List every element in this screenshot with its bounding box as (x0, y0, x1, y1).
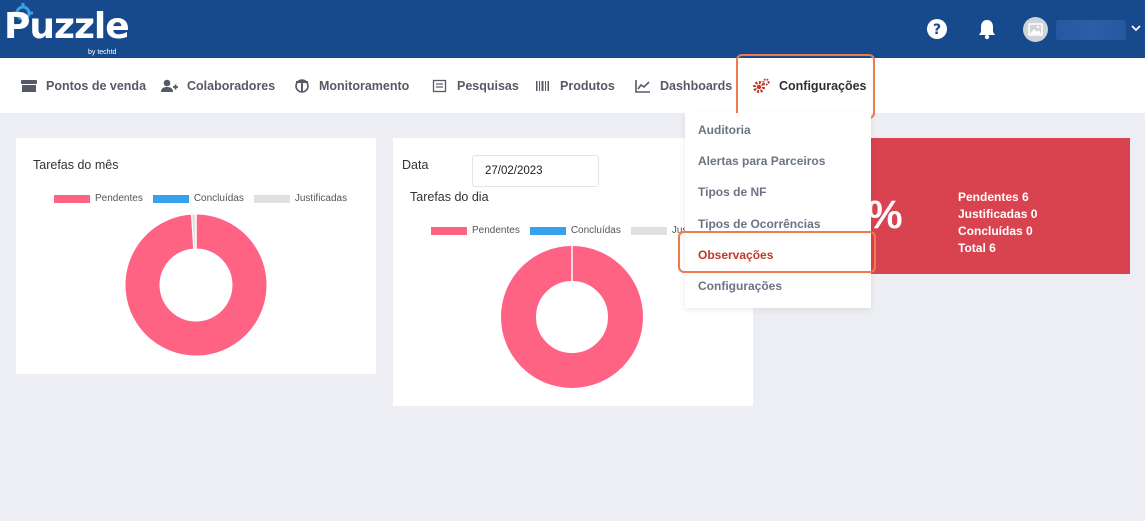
menu-item-alertas-parceiros[interactable]: Alertas para Parceiros (698, 154, 825, 168)
legend-label: Concluídas (193, 193, 244, 204)
nav-item-dashboards[interactable]: Dashboards (635, 58, 732, 113)
survey-icon (432, 79, 447, 92)
nav-item-produtos[interactable]: Produtos (535, 58, 615, 113)
summary-justificadas: Justificadas 0 (958, 207, 1038, 221)
svg-text:?: ? (933, 22, 941, 38)
logo-subtext: by techtd (88, 49, 117, 56)
configuracoes-dropdown-menu: Auditoria Alertas para Parceiros Tipos d… (685, 113, 871, 308)
day-chart-legend: Pendentes Concluídas Justi (431, 225, 702, 236)
chevron-down-icon[interactable] (1130, 22, 1142, 34)
puzzle-logo[interactable]: Puzzle by techtd (4, 3, 134, 56)
legend-swatch-concluidas (529, 226, 566, 235)
legend-swatch-pendentes (54, 194, 90, 203)
bell-icon[interactable] (976, 18, 998, 40)
date-field[interactable]: 27/02/2023 (472, 155, 599, 187)
legend-swatch-justificadas (253, 194, 290, 203)
legend-label: Justificadas (294, 193, 348, 204)
nav-item-monitoramento[interactable]: Monitoramento (294, 58, 409, 113)
legend-label: Pendentes (472, 225, 520, 236)
menu-item-tipos-nf[interactable]: Tipos de NF (698, 185, 766, 199)
day-donut-chart[interactable] (500, 245, 644, 389)
summary-card: % Pendentes 6 Justificadas 0 Concluídas … (867, 138, 1130, 274)
menu-item-tipos-ocorrencias[interactable]: Tipos de Ocorrências (698, 217, 821, 231)
legend-label: Concluídas (570, 225, 621, 236)
summary-total: Total 6 (958, 241, 996, 255)
store-icon (21, 79, 37, 92)
day-card-title: Tarefas do dia (410, 190, 489, 204)
legend-swatch-justificadas (630, 226, 667, 235)
nav-item-label: Produtos (560, 78, 615, 93)
menu-item-auditoria[interactable]: Auditoria (698, 123, 751, 137)
highlight-observacoes (678, 231, 876, 273)
legend-swatch-concluidas (152, 194, 189, 203)
month-card-title: Tarefas do mês (33, 158, 119, 172)
month-donut-chart[interactable] (124, 213, 268, 357)
nav-item-colaboradores[interactable]: Colaboradores (161, 58, 275, 113)
legend-label: Pendentes (95, 193, 143, 204)
nav-item-label: Monitoramento (319, 78, 410, 93)
highlight-configuracoes (736, 54, 875, 119)
nav-item-label: Colaboradores (187, 78, 276, 93)
user-avatar[interactable] (1023, 17, 1048, 42)
summary-stats: Pendentes 6 Justificadas 0 Concluídas 0 … (958, 189, 1037, 257)
date-label: Data (402, 158, 429, 172)
nav-item-label: Dashboards (660, 78, 733, 93)
date-value: 27/02/2023 (485, 165, 543, 177)
month-chart-legend: Pendentes Concluídas Justificadas (54, 193, 357, 204)
nav-item-label: Pesquisas (457, 78, 519, 93)
monitor-icon (295, 78, 309, 93)
logo-text: Puzzle (4, 6, 130, 47)
main-nav: Pontos de venda Colaboradores Monitorame… (0, 58, 1145, 113)
user-name-blurred[interactable] (1056, 20, 1126, 40)
nav-item-pesquisas[interactable]: Pesquisas (432, 58, 519, 113)
nav-item-label: Pontos de venda (46, 78, 147, 93)
chart-line-icon (635, 79, 650, 93)
top-bar: Puzzle by techtd ? (0, 0, 1145, 58)
users-icon (161, 79, 178, 92)
menu-item-configuracoes[interactable]: Configurações (698, 279, 782, 293)
help-icon[interactable]: ? (926, 18, 948, 40)
legend-swatch-pendentes (431, 226, 467, 235)
image-placeholder-icon (1028, 23, 1043, 36)
month-tasks-card: Tarefas do mês Pendentes Concluídas Just… (16, 138, 376, 374)
summary-pendentes: Pendentes 6 (958, 190, 1029, 204)
barcode-icon (536, 80, 549, 91)
nav-item-pontos-de-venda[interactable]: Pontos de venda (21, 58, 146, 113)
summary-concluidas: Concluídas 0 (958, 224, 1033, 238)
